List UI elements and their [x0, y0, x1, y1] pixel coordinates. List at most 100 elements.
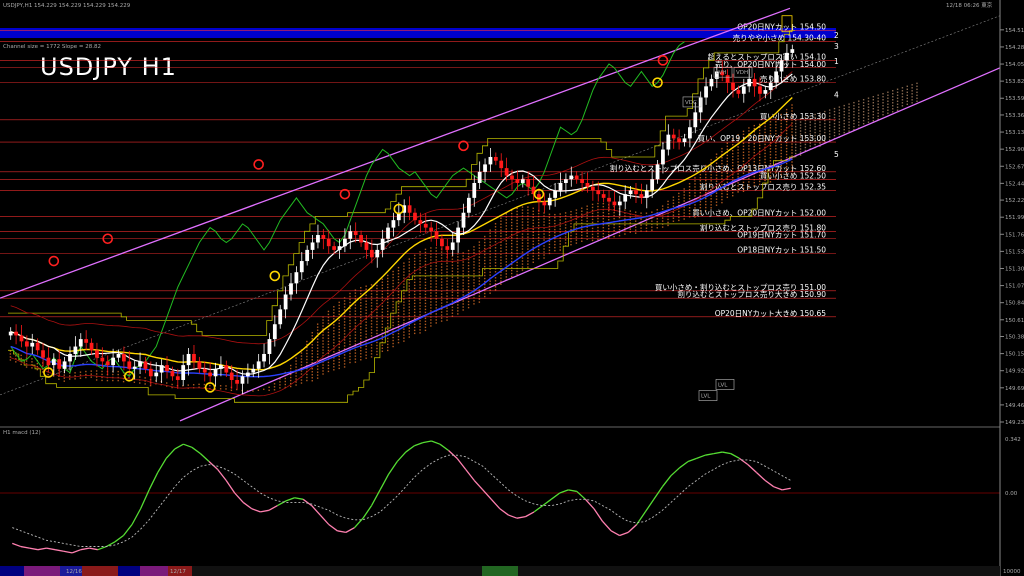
candle-body: [364, 242, 369, 250]
cloud-dot: [381, 296, 384, 298]
cloud-dot: [478, 247, 481, 249]
cloud-dot: [505, 258, 508, 260]
cloud-dot: [397, 278, 400, 281]
cloud-dot: [494, 271, 497, 273]
cloud-dot: [494, 235, 497, 237]
cloud-dot: [354, 337, 357, 339]
cloud-dot: [451, 267, 454, 269]
cloud-dot: [424, 266, 427, 269]
cloud-dot: [440, 281, 443, 283]
cloud-dot: [543, 233, 545, 235]
cloud-dot: [618, 225, 621, 228]
cloud-dot: [575, 221, 578, 223]
price-chart[interactable]: USDJPY,H1 154.229 154.229 154.229 154.22…: [0, 0, 1024, 576]
cloud-dot: [354, 298, 357, 300]
cloud-dot: [467, 300, 470, 303]
cloud-dot: [694, 177, 696, 179]
cloud-dot: [732, 195, 734, 197]
cloud-dot: [872, 99, 875, 101]
candle-body: [353, 231, 358, 236]
cloud-dot: [624, 209, 626, 211]
cloud-dot: [742, 148, 745, 151]
cloud-dot: [494, 259, 497, 261]
cloud-dot: [484, 259, 486, 262]
cloud-dot: [484, 271, 486, 274]
cloud-dot: [742, 130, 745, 133]
cloud-dot: [101, 373, 103, 376]
cloud-dot: [516, 213, 518, 216]
cloud-dot: [591, 221, 594, 224]
cloud-dot: [543, 239, 545, 241]
cloud-dot: [387, 328, 389, 331]
cloud-dot: [376, 317, 378, 320]
cloud-dot: [419, 287, 421, 289]
cloud-dot: [370, 323, 373, 325]
candle-body: [138, 361, 142, 367]
cloud-dot: [370, 314, 373, 316]
cloud-dot: [672, 202, 675, 204]
cloud-dot: [548, 216, 551, 219]
cloud-dot: [376, 302, 378, 305]
candle-body: [601, 194, 606, 198]
cloud-dot: [451, 312, 454, 314]
cloud-dot: [489, 250, 491, 252]
cloud-dot: [365, 306, 367, 308]
cloud-dot: [370, 302, 373, 304]
cloud-dot: [527, 260, 529, 262]
cloud-dot: [424, 299, 427, 302]
cloud-dot: [597, 235, 599, 238]
cloud-dot: [316, 329, 319, 331]
cloud-dot: [413, 299, 416, 302]
cloud-dot: [527, 266, 529, 268]
cloud-dot: [333, 312, 335, 314]
cloud-dot: [705, 203, 707, 206]
level-label: 売り小さめ 153.80: [760, 74, 826, 84]
cloud-dot: [360, 287, 362, 289]
cloud-dot: [672, 199, 675, 201]
cloud-dot: [478, 244, 481, 246]
cloud-dot: [838, 115, 841, 117]
annotation-box-label: VDH: [736, 70, 748, 76]
cloud-dot: [537, 257, 540, 260]
cloud-dot: [867, 97, 870, 99]
cloud-dot: [705, 173, 707, 176]
cloud-dot: [413, 314, 416, 317]
cloud-dot: [397, 293, 400, 296]
cloud-dot: [225, 388, 227, 390]
cloud-dot: [640, 212, 642, 214]
cloud-dot: [473, 267, 475, 269]
candle-body: [741, 86, 746, 94]
cloud-dot: [521, 221, 524, 223]
candle-body: [553, 190, 558, 198]
cloud-dot: [511, 239, 513, 242]
cloud-dot: [618, 216, 621, 219]
candle-body: [391, 220, 396, 228]
candle-body: [132, 366, 137, 369]
cloud-dot: [322, 346, 324, 348]
cloud-dot: [387, 310, 389, 313]
cloud-dot: [451, 300, 454, 302]
cloud-dot: [457, 280, 459, 282]
cloud-dot: [484, 274, 486, 277]
cloud-dot: [489, 262, 491, 264]
cloud-dot: [435, 286, 437, 288]
candle-body: [283, 294, 288, 310]
cloud-dot: [203, 383, 206, 386]
cloud-dot: [705, 176, 707, 179]
cloud-dot: [473, 288, 475, 290]
cloud-dot: [403, 340, 405, 342]
candle-body: [758, 86, 762, 94]
y-tick-label: 149.925: [1005, 369, 1024, 375]
cloud-dot: [403, 304, 405, 306]
cloud-dot: [419, 332, 421, 334]
symbol-info: USDJPY,H1 154.229 154.229 154.229 154.22…: [3, 3, 131, 9]
cloud-dot: [799, 124, 802, 126]
cloud-dot: [799, 151, 802, 153]
cloud-dot: [387, 301, 389, 304]
cloud-dot: [413, 281, 416, 284]
cloud-dot: [564, 224, 567, 226]
cloud-dot: [295, 375, 297, 377]
cloud-dot: [543, 248, 545, 250]
candle-body: [655, 164, 660, 180]
cloud-dot: [608, 225, 610, 227]
